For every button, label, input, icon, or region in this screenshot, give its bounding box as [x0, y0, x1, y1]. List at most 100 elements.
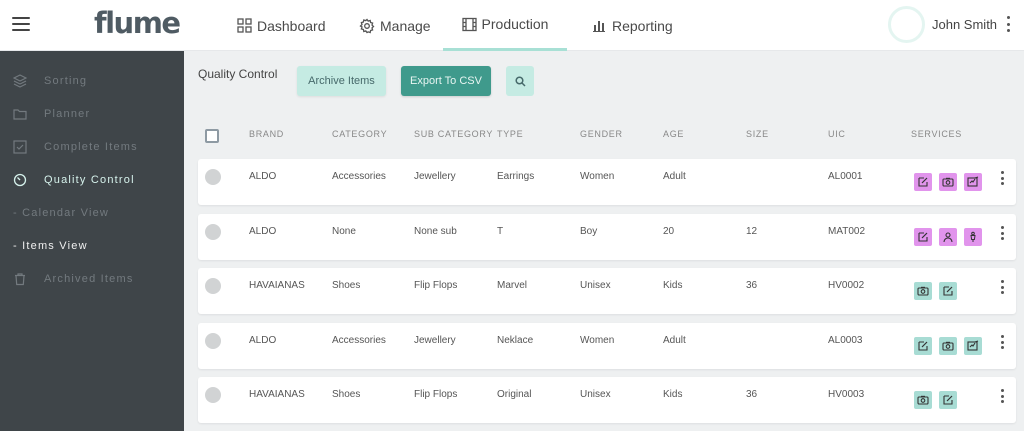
nav-manage[interactable]: Manage [359, 0, 431, 51]
cell-type: Marvel [497, 280, 528, 291]
sidebar-item-sorting[interactable]: Sorting [0, 71, 184, 91]
cell-brand: ALDO [249, 335, 277, 346]
column-header-gender[interactable]: GENDER [580, 129, 623, 139]
table-row[interactable]: HAVAIANAS Shoes Flip Flops Marvel Unisex Kids… [198, 268, 1016, 314]
service-edit-button[interactable] [914, 228, 932, 246]
row-menu-icon[interactable] [999, 226, 1005, 240]
column-header-size[interactable]: SIZE [746, 129, 769, 139]
cell-sub-category: Jewellery [414, 171, 456, 182]
edit-icon [943, 395, 953, 405]
sidebar-item-items-view[interactable]: - Items View [0, 236, 184, 256]
table-header: BRAND CATEGORY SUB CATEGORY TYPE GENDER … [198, 122, 1016, 148]
cell-brand: ALDO [249, 171, 277, 182]
cell-sub-category: None sub [414, 226, 457, 237]
service-signature-button[interactable] [964, 337, 982, 355]
gear-icon [359, 18, 375, 33]
export-csv-button[interactable]: Export To CSV [401, 66, 491, 96]
row-select-radio[interactable] [205, 333, 221, 349]
film-icon [461, 17, 477, 31]
cell-sub-category: Jewellery [414, 335, 456, 346]
sidebar-item-complete-items[interactable]: Complete Items [0, 137, 184, 157]
column-header-uic[interactable]: UIC [828, 129, 846, 139]
row-menu-icon[interactable] [999, 280, 1005, 294]
sidebar-item-quality-control[interactable]: Quality Control [0, 170, 184, 190]
edit-icon [918, 177, 928, 187]
service-edit-button[interactable] [939, 391, 957, 409]
row-menu-icon[interactable] [999, 171, 1005, 185]
nav-production[interactable]: Production [443, 0, 567, 51]
cell-type: T [497, 226, 504, 237]
services-group [914, 173, 982, 191]
cell-gender: Unisex [580, 280, 611, 291]
service-signature-button[interactable] [964, 173, 982, 191]
row-select-radio[interactable] [205, 278, 221, 294]
service-person-button[interactable] [939, 228, 957, 246]
table-row[interactable]: HAVAIANAS Shoes Flip Flops Original Unisex Ki… [198, 377, 1016, 423]
service-camera-button[interactable] [939, 173, 957, 191]
search-button[interactable] [506, 66, 534, 96]
person-icon [943, 232, 953, 243]
cell-type: Neklace [497, 335, 534, 346]
table-row[interactable]: ALDO Accessories Jewellery Earrings Women Adu… [198, 159, 1016, 205]
cell-gender: Women [580, 335, 615, 346]
user-name[interactable]: John Smith [932, 17, 997, 32]
service-camera-button[interactable] [939, 337, 957, 355]
camera-icon [942, 341, 954, 351]
sidebar: Sorting Planner Complete Items Quality C… [0, 51, 184, 431]
cell-age: Kids [663, 389, 683, 400]
cell-gender: Women [580, 171, 615, 182]
edit-icon [918, 232, 928, 242]
column-header-age[interactable]: AGE [663, 129, 684, 139]
user-menu-icon[interactable] [1004, 16, 1012, 32]
row-select-radio[interactable] [205, 387, 221, 403]
nav-reporting[interactable]: Reporting [592, 0, 673, 51]
cell-uic: HV0003 [828, 389, 865, 400]
row-menu-icon[interactable] [999, 389, 1005, 403]
sidebar-item-label: Archived Items [44, 273, 134, 285]
cell-age: Adult [663, 171, 686, 182]
camera-icon [942, 177, 954, 187]
service-edit-button[interactable] [914, 173, 932, 191]
archive-items-button[interactable]: Archive Items [297, 66, 386, 96]
top-bar: flume Dashboard Manage Production Report… [0, 0, 1024, 51]
services-group [914, 337, 982, 355]
table-row[interactable]: ALDO None None sub T Boy 20 12 MAT002 [198, 214, 1016, 260]
sidebar-item-archived-items[interactable]: Archived Items [0, 269, 184, 289]
service-mannequin-button[interactable] [964, 228, 982, 246]
column-header-category[interactable]: CATEGORY [332, 129, 387, 139]
sidebar-item-label: Sorting [44, 75, 88, 87]
select-all-checkbox[interactable] [205, 129, 219, 143]
cell-category: None [332, 226, 356, 237]
cell-size: 36 [746, 280, 758, 291]
cell-size: 12 [746, 226, 758, 237]
nav-reporting-label: Reporting [612, 17, 673, 34]
nav-dashboard[interactable]: Dashboard [237, 0, 326, 51]
service-edit-button[interactable] [914, 337, 932, 355]
column-header-type[interactable]: TYPE [497, 129, 523, 139]
service-edit-button[interactable] [939, 282, 957, 300]
edit-icon [918, 341, 928, 351]
mannequin-icon [970, 231, 976, 242]
row-select-radio[interactable] [205, 169, 221, 185]
column-header-sub-category[interactable]: SUB CATEGORY [414, 129, 493, 139]
signature-icon [967, 176, 979, 187]
row-menu-icon[interactable] [999, 335, 1005, 349]
nav-production-label: Production [481, 16, 549, 32]
table-row[interactable]: ALDO Accessories Jewellery Neklace Women Adul… [198, 323, 1016, 369]
cell-uic: AL0001 [828, 171, 863, 182]
hamburger-menu-icon[interactable] [12, 17, 30, 31]
service-camera-button[interactable] [914, 391, 932, 409]
column-header-brand[interactable]: BRAND [249, 129, 284, 139]
cell-category: Shoes [332, 389, 361, 400]
user-avatar[interactable] [888, 6, 925, 43]
flume-logo[interactable]: flume [94, 6, 181, 40]
nav-manage-label: Manage [380, 17, 431, 34]
cell-gender: Unisex [580, 389, 611, 400]
service-camera-button[interactable] [914, 282, 932, 300]
cell-category: Shoes [332, 280, 361, 291]
row-select-radio[interactable] [205, 224, 221, 240]
sidebar-item-planner[interactable]: Planner [0, 104, 184, 124]
cell-type: Original [497, 389, 532, 400]
sidebar-item-calendar-view[interactable]: - Calendar View [0, 203, 184, 223]
folder-icon [13, 109, 27, 120]
